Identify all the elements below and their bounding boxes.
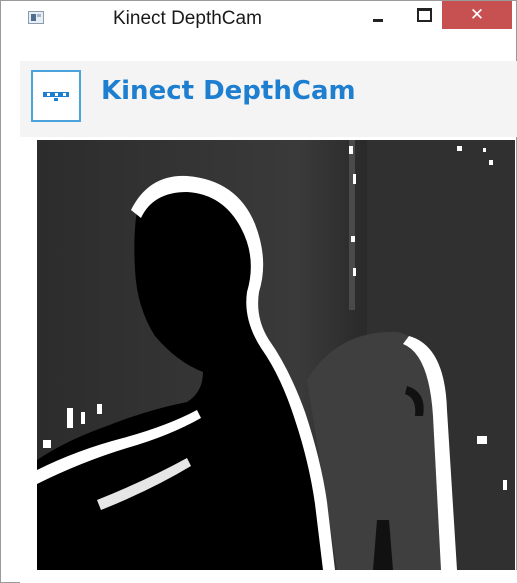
close-icon: ✕ [469, 5, 485, 25]
close-button[interactable]: ✕ [442, 1, 512, 29]
minimize-icon [373, 18, 383, 22]
app-heading: Kinect DepthCam [101, 76, 356, 106]
window-title: Kinect DepthCam [113, 8, 262, 29]
maximize-icon [416, 8, 432, 22]
app-window: Kinect DepthCam ✕ Kinect DepthCam [0, 0, 517, 583]
kinect-sensor-icon [31, 70, 81, 122]
minimize-button[interactable] [361, 1, 395, 29]
maximize-button[interactable] [407, 1, 441, 29]
app-window-icon[interactable] [28, 11, 44, 24]
window-footer [20, 570, 517, 583]
depth-image-view [37, 140, 515, 570]
depth-image [37, 140, 515, 570]
title-bar[interactable]: Kinect DepthCam ✕ [1, 1, 516, 35]
